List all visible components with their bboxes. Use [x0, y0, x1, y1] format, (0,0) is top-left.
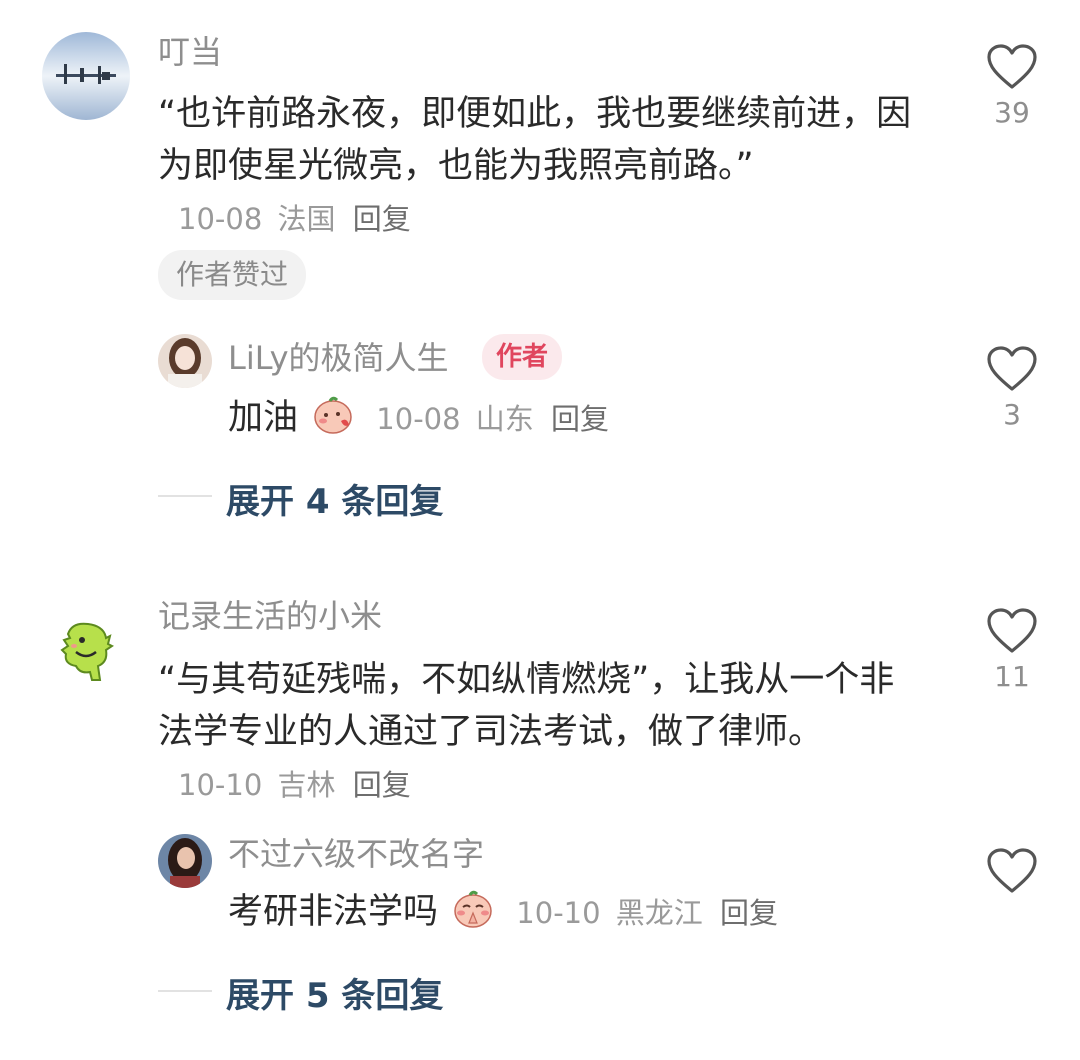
avatar[interactable] [42, 32, 130, 120]
comment-date: 10-08 [178, 202, 263, 236]
comment-location: 吉林 [277, 768, 336, 802]
expand-divider [158, 495, 212, 497]
comment-date: 10-10 [178, 768, 263, 802]
like-count: 39 [994, 96, 1030, 129]
like-button[interactable] [982, 848, 1042, 894]
avatar[interactable] [158, 834, 212, 888]
like-count: 3 [1003, 398, 1021, 431]
reply-body: 考研非法学吗 [228, 892, 439, 932]
reply-button[interactable]: 回复 [353, 202, 411, 236]
like-button[interactable]: 3 [982, 346, 1042, 432]
reply-button[interactable]: 回复 [551, 402, 609, 436]
praying-peach-emoji-icon [451, 889, 495, 944]
reply-meta: 10-10 黑龙江 回复 [516, 896, 778, 930]
reply-text: 考研非法学吗 10-10 黑龙江 回复 [228, 886, 948, 944]
heart-icon [987, 44, 1037, 89]
heart-icon [987, 608, 1037, 653]
like-button[interactable]: 39 [982, 44, 1042, 130]
heart-icon [987, 346, 1037, 391]
author-liked-tag: 作者赞过 [158, 250, 307, 300]
comment-meta: 10-10 吉林 回复 [178, 768, 411, 802]
reply-meta: 10-08 山东 回复 [376, 402, 609, 436]
reply-location: 黑龙江 [615, 896, 703, 930]
reply-username[interactable]: LiLy的极简人生 [228, 338, 449, 378]
comment-username[interactable]: 记录生活的小米 [158, 596, 382, 636]
reply-date: 10-10 [516, 896, 601, 930]
comment-location: 法国 [277, 202, 336, 236]
comment-text: “与其苟延残喘，不如纵情燃烧”，让我从一个非法学专业的人通过了司法考试，做了律师… [158, 654, 918, 811]
comment-username[interactable]: 叮当 [158, 32, 222, 72]
reply-button[interactable]: 回复 [720, 896, 778, 930]
reply-location: 山东 [475, 402, 534, 436]
reply-text: 加油 10-08 山东 回复 [228, 392, 928, 450]
like-count: 11 [994, 660, 1030, 693]
author-badge: 作者 [482, 334, 563, 380]
comment-meta: 10-08 法国 回复 [178, 202, 411, 236]
like-button[interactable]: 11 [982, 608, 1042, 694]
blushing-peach-emoji-icon [311, 395, 355, 450]
reply-date: 10-08 [376, 402, 461, 436]
comment-body: “也许前路永夜，即便如此，我也要继续前进，因为即使星光微亮，也能为我照亮前路。” [158, 94, 912, 186]
heart-icon [987, 848, 1037, 893]
reply-button[interactable]: 回复 [353, 768, 411, 802]
avatar[interactable] [58, 618, 116, 690]
comment-text: “也许前路永夜，即便如此，我也要继续前进，因为即使星光微亮，也能为我照亮前路。”… [158, 88, 918, 245]
avatar[interactable] [158, 334, 212, 388]
expand-replies-button[interactable]: 展开 5 条回复 [226, 968, 443, 1017]
expand-divider [158, 990, 212, 992]
reply-body: 加油 [228, 398, 299, 438]
expand-replies-button[interactable]: 展开 4 条回复 [226, 474, 443, 523]
comment-body: “与其苟延残喘，不如纵情燃烧”，让我从一个非法学专业的人通过了司法考试，做了律师… [158, 660, 895, 752]
reply-username[interactable]: 不过六级不改名字 [228, 834, 484, 874]
